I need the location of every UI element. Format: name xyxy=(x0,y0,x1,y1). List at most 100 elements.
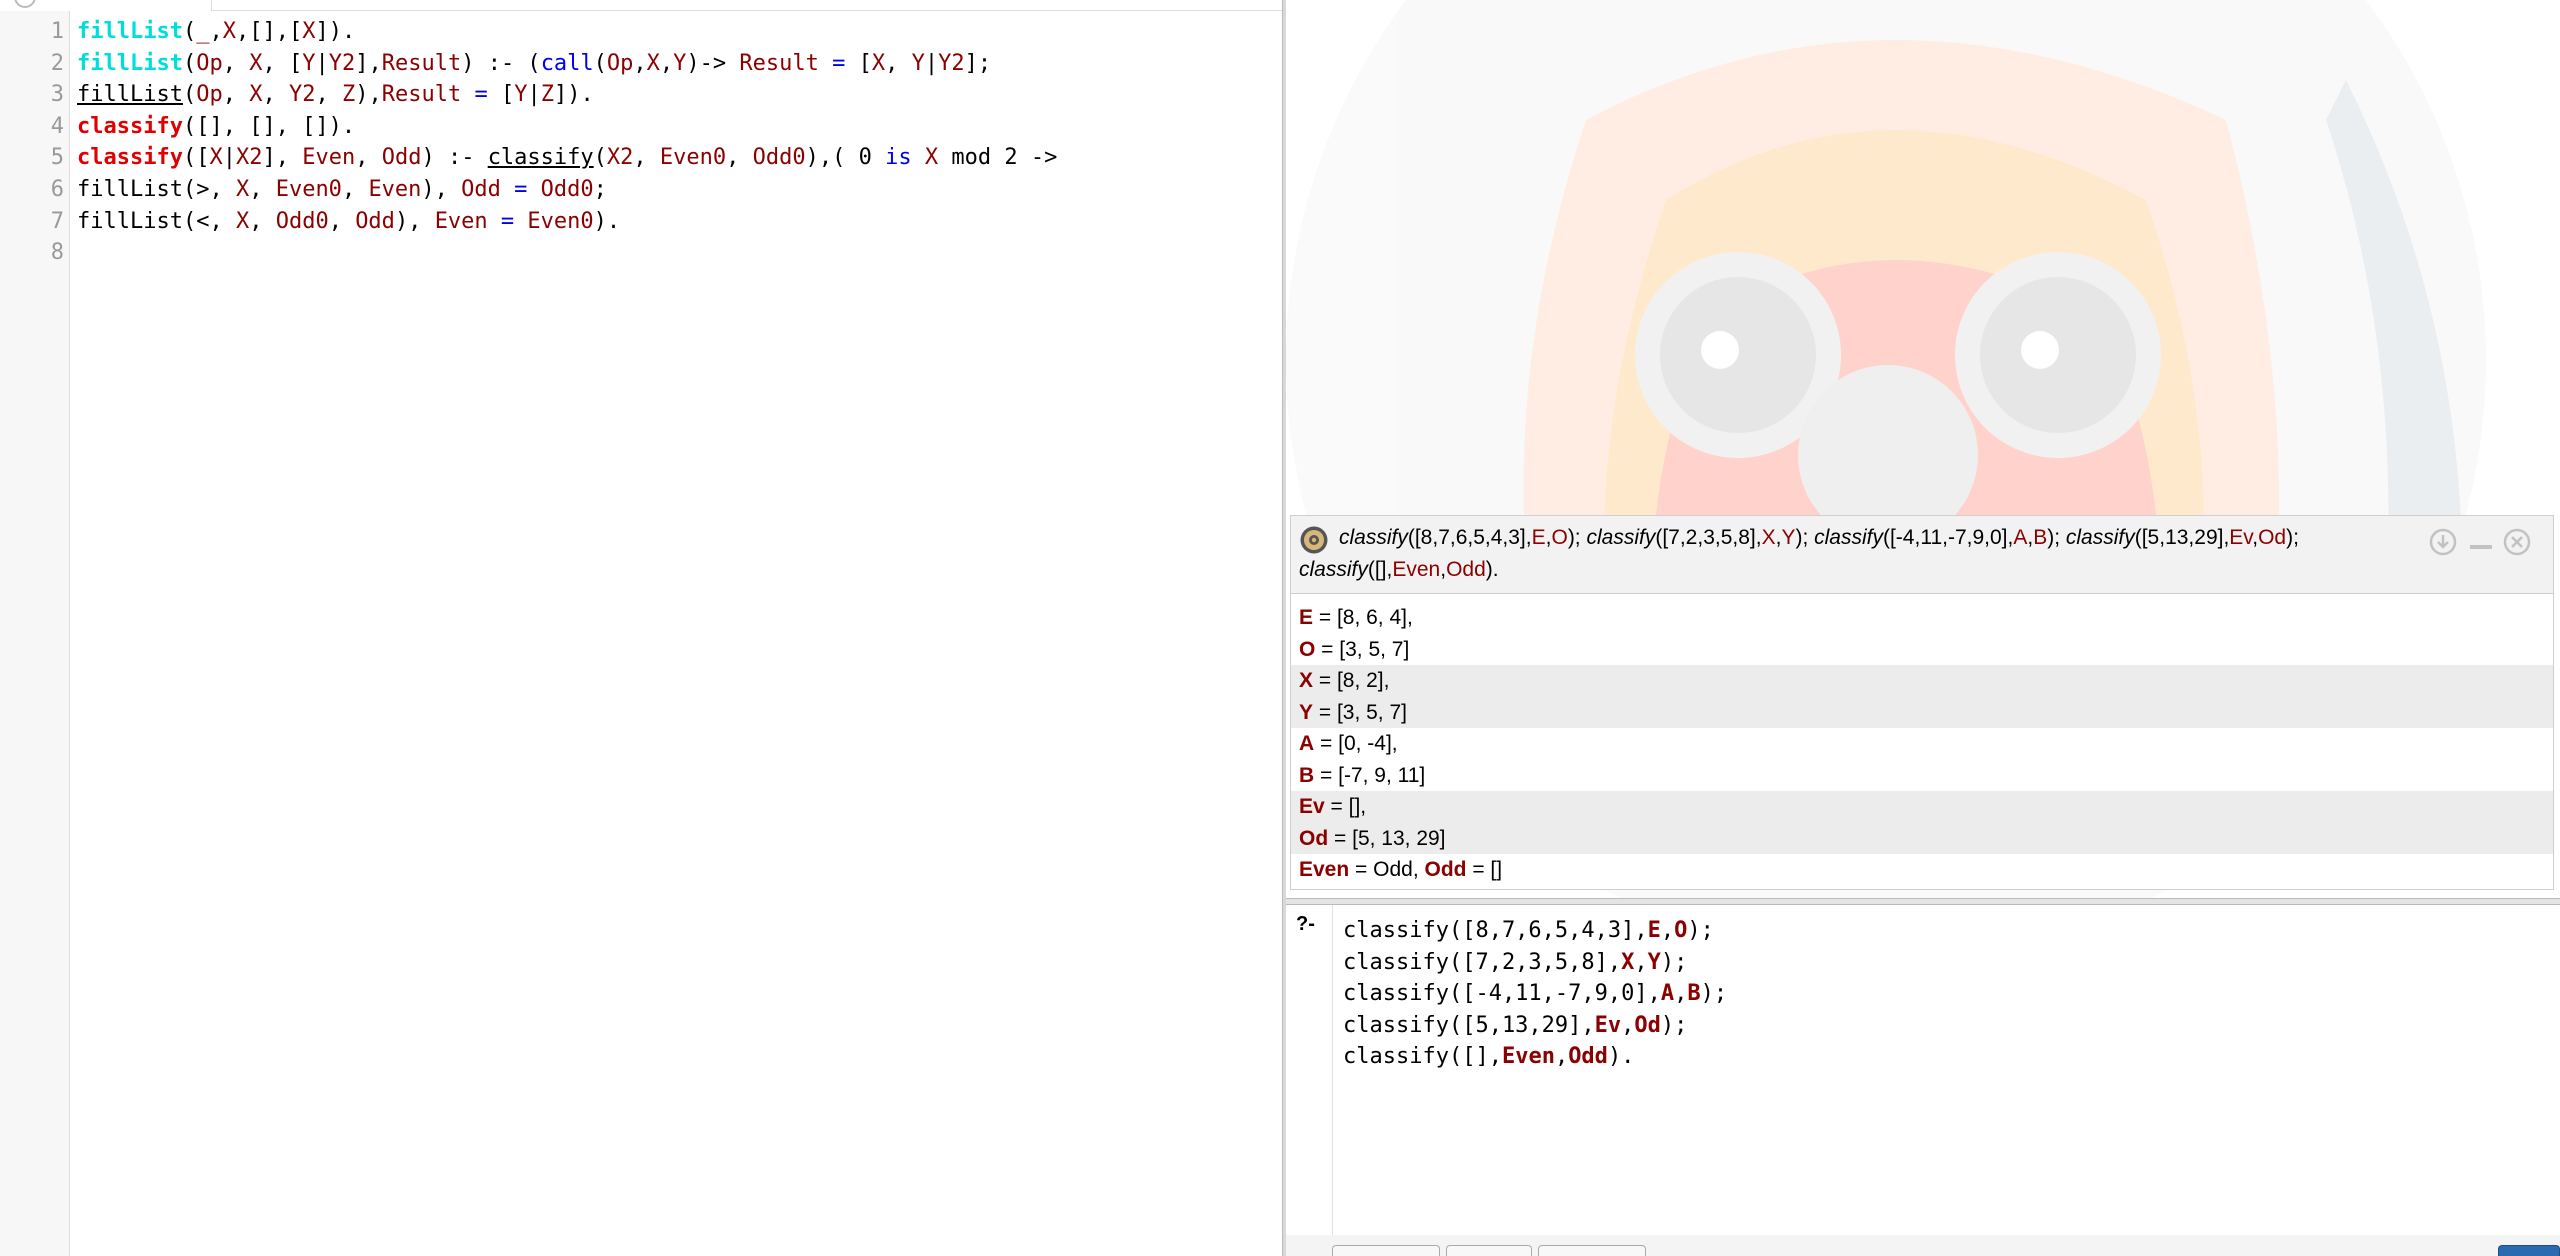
variable-token: Z xyxy=(341,82,356,108)
minimize-icon[interactable] xyxy=(2467,528,2495,556)
code-text: , xyxy=(249,177,276,202)
code-text: | xyxy=(527,82,541,108)
code-text: , xyxy=(633,50,647,76)
query-variable: Odd xyxy=(1568,1044,1608,1070)
variable-token: Odd0 xyxy=(275,208,329,234)
answer-variable: Od xyxy=(1299,826,1329,850)
answer-variable: E xyxy=(1299,606,1314,629)
variable-token: Odd xyxy=(461,177,501,202)
code-line: classify([X|X2], Even, Odd) :- classify(… xyxy=(77,142,1057,174)
query-prompt-label: ?- xyxy=(1296,913,1315,935)
download-icon[interactable] xyxy=(2429,528,2457,556)
program-editor[interactable]: 12345678 fillList(_,X,[],[X]). fillList(O… xyxy=(0,0,1282,1256)
predicate-call: classify xyxy=(487,145,594,171)
run-button[interactable] xyxy=(2498,1245,2560,1256)
query-panel: ?- classify([8,7,6,5,4,3],E,O); classify(… xyxy=(1286,905,2560,1256)
query-predicate: classify xyxy=(1299,558,1368,581)
query-variable: X xyxy=(1761,526,1776,549)
answer-variable: A xyxy=(1299,732,1315,755)
code-text: ), xyxy=(394,208,435,234)
variable-token: Result xyxy=(381,50,462,76)
variable-token: Even0 xyxy=(659,145,727,171)
answer-value: = [5, 13, 29] xyxy=(1328,826,1446,850)
query-line: classify([7,2,3,5,8],X,Y); xyxy=(1343,947,1687,979)
query-text: ); xyxy=(1795,526,1815,549)
query-examples-button[interactable] xyxy=(1332,1245,1440,1256)
predicate-head: classify xyxy=(77,113,183,139)
query-text: , xyxy=(1634,949,1648,975)
query-solutions-button[interactable] xyxy=(1538,1245,1646,1256)
code-text: , xyxy=(355,145,382,171)
editor-tab[interactable] xyxy=(0,0,212,11)
query-line: classify([-4,11,-7,9,0],A,B); xyxy=(1343,978,1727,1010)
code-text: , xyxy=(726,145,753,171)
query-editor[interactable]: classify([8,7,6,5,4,3],E,O); classify([7,… xyxy=(1332,905,2560,1235)
code-text: fillList(>, xyxy=(77,177,236,202)
query-line: classify([],Even,Odd). xyxy=(1343,1041,1634,1073)
tab-close-icon[interactable] xyxy=(14,0,36,8)
query-text: , xyxy=(1621,1012,1635,1038)
variable-token: Odd xyxy=(355,208,395,234)
query-text: ); xyxy=(1567,526,1587,549)
line-number-gutter: 1 2 3 4 5 6 7 8 xyxy=(0,11,70,1256)
query-variable: A xyxy=(1660,981,1675,1007)
answer-query-line-1: classify([8,7,6,5,4,3],E,O); classify([7… xyxy=(1339,526,2299,550)
answer-variable: Ev xyxy=(1299,795,1325,818)
close-icon[interactable] xyxy=(2503,528,2531,556)
query-variable: O xyxy=(1551,526,1568,549)
code-text: , xyxy=(885,50,912,76)
query-variable: E xyxy=(1531,526,1546,549)
gear-icon[interactable] xyxy=(1299,525,1329,555)
answer-value: = [8, 6, 4], xyxy=(1313,606,1413,629)
code-text: | xyxy=(924,50,939,76)
variable-token: X xyxy=(235,177,250,202)
answer-row: Od = [5, 13, 29] xyxy=(1291,822,2553,854)
code-text: , xyxy=(328,208,356,234)
query-text: ). xyxy=(1485,558,1499,581)
answer-variable: X xyxy=(1299,669,1314,692)
answer-variable: O xyxy=(1299,637,1316,661)
query-variable: O xyxy=(1674,918,1688,943)
query-text: ); xyxy=(2286,526,2299,549)
keyword-token: is xyxy=(885,145,912,171)
keyword-token: = xyxy=(500,208,515,234)
variable-token: Op xyxy=(606,50,634,76)
variable-token: Op xyxy=(196,50,223,76)
answer-value: = [0, -4], xyxy=(1314,732,1398,755)
code-text: ], xyxy=(262,145,303,171)
variable-token: Odd0 xyxy=(540,177,594,202)
variable-token: Even xyxy=(302,145,356,171)
answer-row: A = [0, -4], xyxy=(1291,728,2553,760)
query-text: , xyxy=(1554,1044,1569,1070)
variable-token: X2 xyxy=(235,145,263,171)
predicate-definition: fillList xyxy=(77,19,183,44)
answer-row: E = [8, 6, 4], xyxy=(1291,602,2553,634)
code-text: [ xyxy=(845,50,872,76)
code-text: )-> xyxy=(686,50,740,76)
query-text: ([8,7,6,5,4,3], xyxy=(1407,526,1532,549)
variable-token: Y xyxy=(911,50,925,76)
query-variable: Ev xyxy=(2229,526,2253,549)
query-variable: E xyxy=(1647,918,1661,943)
answer-row: Ev = [], xyxy=(1291,791,2553,823)
horizontal-splitter[interactable] xyxy=(1286,898,2560,905)
answer-variable: B xyxy=(1299,763,1315,787)
answer-query-line-2: classify([],Even,Odd). xyxy=(1299,558,1499,582)
code-text: ; xyxy=(593,177,607,202)
answer-variable: Odd xyxy=(1424,858,1467,881)
code-text: [ xyxy=(487,82,515,108)
answer-row: Y = [3, 5, 7] xyxy=(1291,696,2553,728)
variable-token: Even0 xyxy=(527,208,594,234)
keyword-token: call xyxy=(540,50,594,76)
variable-token: Op xyxy=(196,82,223,108)
variable-token: Y xyxy=(302,50,316,76)
code-text: | xyxy=(315,50,329,76)
query-text: classify([], xyxy=(1343,1044,1502,1070)
query-answer-card: classify([8,7,6,5,4,3],E,O); classify([7… xyxy=(1290,515,2554,890)
query-history-button[interactable] xyxy=(1446,1245,1532,1256)
query-predicate: classify xyxy=(1586,526,1656,549)
query-text: classify([5,13,29], xyxy=(1343,1012,1595,1038)
